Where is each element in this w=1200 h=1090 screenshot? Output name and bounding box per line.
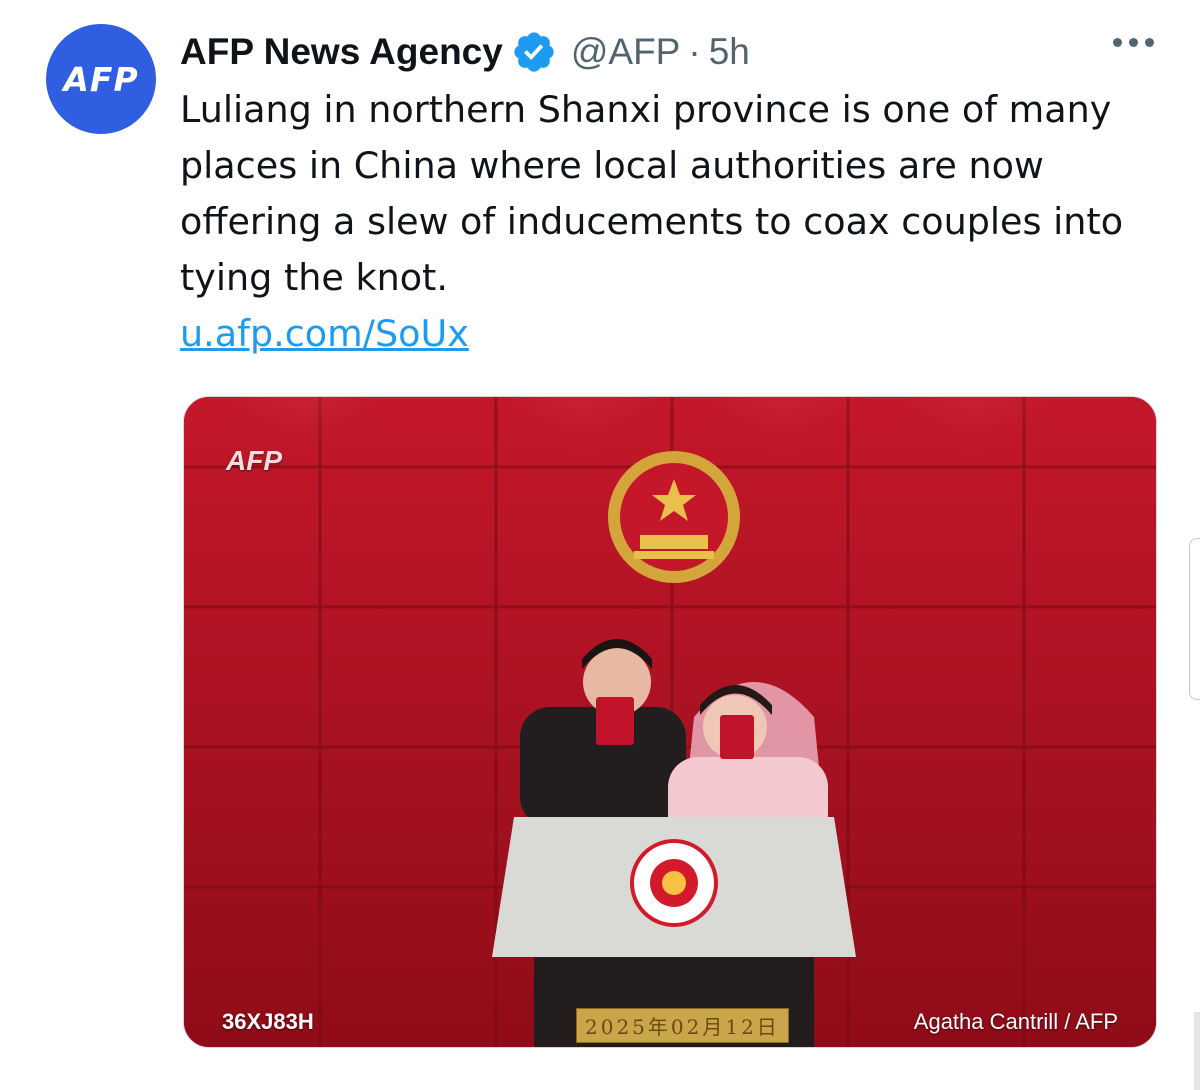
avatar[interactable]: AFP [46,24,156,134]
more-dot [1129,38,1138,47]
tweet[interactable]: AFP AFP News Agency @AFP · 5h Luliang in… [0,0,1200,1090]
tweet-header: AFP News Agency @AFP · 5h [180,24,750,80]
photo-credit: Agatha Cantrill / AFP [913,1009,1118,1034]
avatar-label: AFP [63,59,139,99]
date-plaque: 2025年02月12日 [576,1008,789,1043]
afp-watermark: AFP [226,445,282,476]
timestamp[interactable]: 5h [709,31,750,73]
photo-id: 36XJ83H [222,1009,314,1034]
tweet-photo[interactable]: AFP 36XJ83H Agatha Cantrill / AFP 2025年0… [183,396,1157,1048]
author-name[interactable]: AFP News Agency [180,31,503,73]
scrollbar-track[interactable] [1194,1012,1200,1090]
author-handle[interactable]: @AFP [571,31,681,73]
more-options-icon[interactable] [1113,38,1154,47]
separator: · [688,31,701,72]
tweet-link[interactable]: u.afp.com/SoUx [180,306,469,362]
scrollbar-thumb[interactable] [1189,538,1200,700]
verified-badge-icon [514,32,554,72]
tweet-text: Luliang in northern Shanxi province is o… [180,88,1124,299]
wedding-photo-image [184,397,1156,1047]
more-dot [1113,38,1122,47]
more-dot [1145,38,1154,47]
